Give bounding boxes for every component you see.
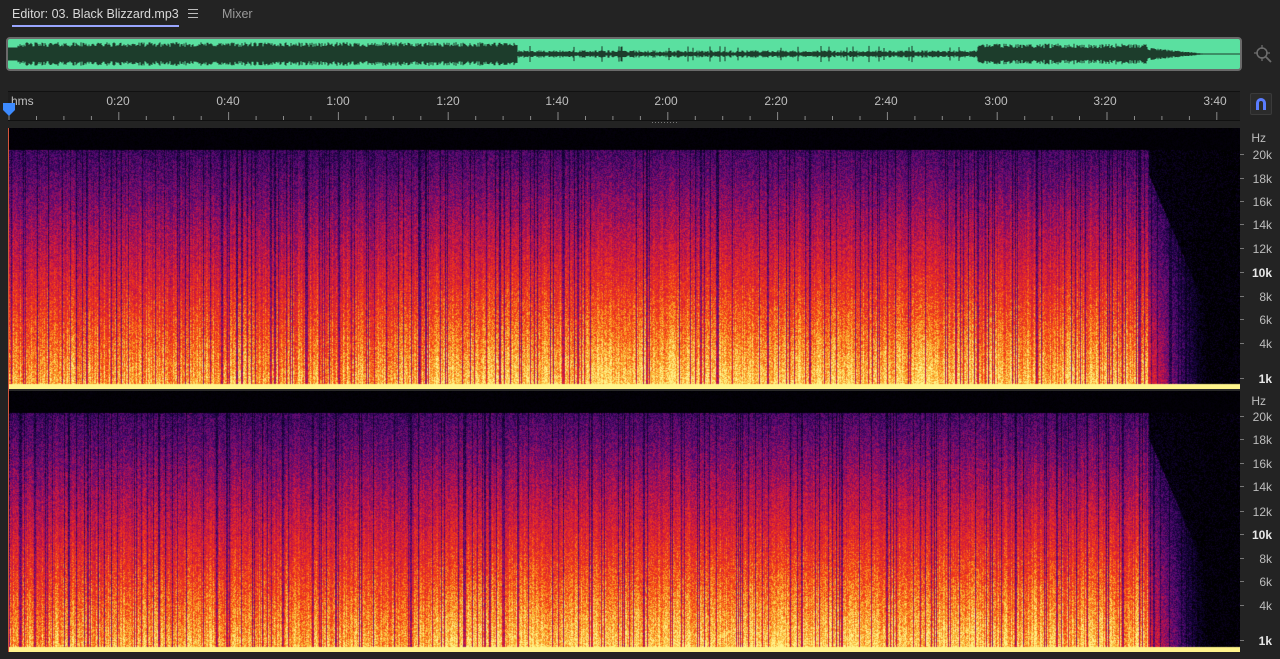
hz-unit-label: Hz bbox=[1251, 394, 1266, 408]
hz-label: 20k bbox=[1252, 148, 1272, 162]
channel-left-spectrogram[interactable] bbox=[8, 128, 1240, 389]
snap-button[interactable] bbox=[1250, 93, 1272, 115]
magnet-snap-icon bbox=[1256, 98, 1266, 110]
playhead-line bbox=[8, 128, 9, 652]
spectrogram-canvas bbox=[8, 128, 1240, 389]
ruler-label: 3:00 bbox=[984, 94, 1008, 108]
tab-editor[interactable]: Editor: 03. Black Blizzard.mp3 bbox=[12, 0, 179, 28]
ruler-label: 1:00 bbox=[326, 94, 350, 108]
time-ruler[interactable]: hms 0:20 0:40 1:00 1:20 1:40 2:00 2:20 2… bbox=[8, 91, 1240, 121]
ruler-label: 2:40 bbox=[874, 94, 898, 108]
hz-label: 8k bbox=[1259, 552, 1272, 566]
ruler-label: 1:20 bbox=[436, 94, 460, 108]
ruler-label: 2:00 bbox=[654, 94, 678, 108]
ruler-label: 0:20 bbox=[106, 94, 130, 108]
spectrogram-canvas bbox=[8, 391, 1240, 652]
frequency-scale-left: Hz 20k 18k 16k 14k 12k 10k 8k 6k 4k 1k bbox=[1240, 128, 1280, 389]
overview-waveform-graphic bbox=[8, 42, 1240, 66]
hz-label: 1k bbox=[1258, 634, 1272, 648]
ruler-label: 3:20 bbox=[1093, 94, 1117, 108]
overview-panel bbox=[0, 30, 1280, 86]
ruler-label: 3:40 bbox=[1203, 94, 1227, 108]
frequency-scale-right: Hz 20k 18k 16k 14k 12k 10k 8k 6k 4k 1k bbox=[1240, 391, 1280, 652]
active-tab-underline bbox=[12, 25, 179, 27]
zoom-crosshair-icon[interactable] bbox=[1254, 45, 1272, 63]
hz-label: 18k bbox=[1252, 433, 1272, 447]
hz-label: 18k bbox=[1252, 172, 1272, 186]
ruler-label: 0:40 bbox=[216, 94, 240, 108]
hz-label: 16k bbox=[1252, 195, 1272, 209]
ruler-label: 2:20 bbox=[764, 94, 788, 108]
hamburger-menu-icon[interactable] bbox=[188, 9, 198, 18]
hz-label: 4k bbox=[1259, 599, 1272, 613]
hz-label: 10k bbox=[1251, 528, 1272, 542]
playhead-marker-icon[interactable] bbox=[3, 103, 15, 117]
hz-label: 10k bbox=[1251, 266, 1272, 280]
hz-label: 1k bbox=[1258, 372, 1272, 386]
tab-editor-label: Editor: 03. Black Blizzard.mp3 bbox=[12, 7, 179, 21]
hz-label: 12k bbox=[1252, 242, 1272, 256]
ruler-label: 1:40 bbox=[545, 94, 569, 108]
hz-label: 4k bbox=[1259, 337, 1272, 351]
hz-label: 20k bbox=[1252, 410, 1272, 424]
hz-label: 14k bbox=[1252, 218, 1272, 232]
hz-label: 8k bbox=[1259, 290, 1272, 304]
hz-label: 6k bbox=[1259, 313, 1272, 327]
panel-resize-handle[interactable] bbox=[652, 121, 680, 125]
channel-right-spectrogram[interactable] bbox=[8, 391, 1240, 652]
overview-waveform[interactable] bbox=[6, 37, 1242, 71]
spectral-frequency-display[interactable] bbox=[8, 128, 1240, 652]
tab-mixer-label: Mixer bbox=[222, 7, 253, 21]
editor-tab-bar: Editor: 03. Black Blizzard.mp3 Mixer bbox=[0, 0, 1280, 30]
hz-label: 16k bbox=[1252, 457, 1272, 471]
ruler-ticks bbox=[8, 112, 1218, 120]
hz-label: 14k bbox=[1252, 480, 1272, 494]
hz-label: 6k bbox=[1259, 575, 1272, 589]
hz-unit-label: Hz bbox=[1251, 131, 1266, 145]
tab-mixer[interactable]: Mixer bbox=[222, 0, 253, 28]
hz-label: 12k bbox=[1252, 505, 1272, 519]
